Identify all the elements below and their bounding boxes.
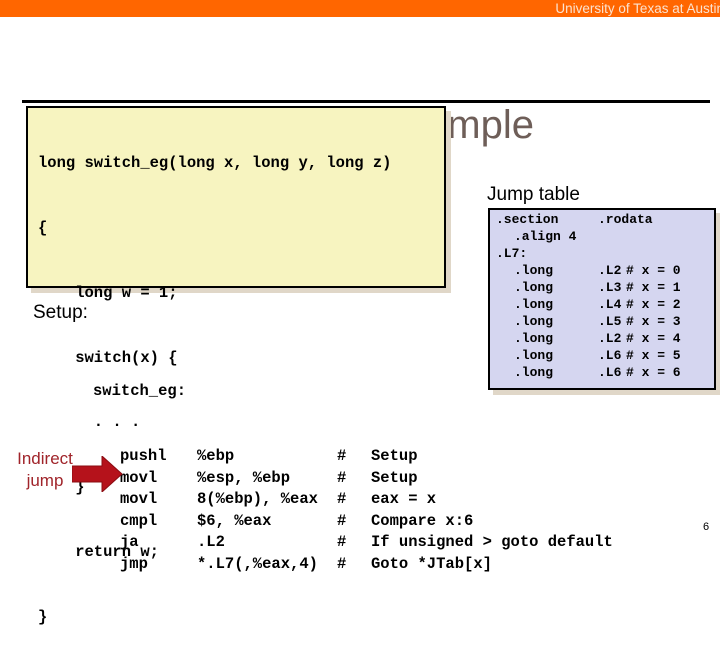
- asm-row: pushl %ebp # Setup: [93, 446, 613, 468]
- asm-opcode: movl: [120, 490, 158, 509]
- jt-section: .section: [496, 212, 559, 227]
- asm-operands: .L2: [197, 533, 225, 552]
- asm-row: cmpl $6, %eax # Compare x:6: [93, 511, 613, 533]
- jt-entry-directive: .long: [514, 280, 554, 295]
- asm-comment: Goto *JTab[x]: [371, 554, 492, 573]
- jt-entry-target: .L4: [598, 297, 622, 312]
- asm-comment: Compare x:6: [371, 511, 474, 530]
- annotation-line-2: jump: [26, 471, 64, 490]
- jt-entry-directive: .long: [514, 297, 554, 312]
- jt-entry-comment: # x = 3: [626, 314, 681, 329]
- asm-operands: %esp, %ebp: [197, 468, 291, 487]
- code-line: long switch_eg(long x, long y, long z): [38, 154, 392, 173]
- asm-comment: eax = x: [371, 490, 437, 509]
- jt-entry-comment: # x = 5: [626, 348, 681, 363]
- func-label-row: switch_eg:: [93, 381, 613, 403]
- code-line: long w = 1;: [38, 283, 178, 302]
- asm-opcode: ja: [120, 533, 139, 552]
- jt-align: .align 4: [514, 229, 577, 244]
- setup-label: Setup:: [33, 302, 88, 323]
- asm-comment-marker: #: [337, 468, 347, 487]
- assembly-code: switch_eg: pushl %ebp # Setup movl %esp, %ebp…: [93, 338, 613, 597]
- asm-opcode: jmp: [120, 554, 148, 573]
- asm-comment-marker: #: [337, 554, 347, 573]
- jt-entry-comment: # x = 0: [626, 263, 681, 278]
- asm-comment-marker: #: [337, 511, 347, 530]
- asm-comment: Setup: [371, 446, 418, 465]
- annotation-line-1: Indirect: [17, 449, 73, 468]
- jt-entry-comment: # x = 1: [626, 280, 681, 295]
- code-line: {: [38, 218, 48, 237]
- asm-comment: If unsigned > goto default: [371, 533, 613, 552]
- jt-entry-target: .L5: [598, 314, 622, 329]
- asm-comment-marker: #: [337, 490, 347, 509]
- jt-entry-comment: # x = 6: [626, 365, 681, 380]
- code-line: }: [38, 607, 48, 626]
- page-number: 6: [703, 521, 710, 533]
- institution-name: University of Texas at Austin: [555, 1, 720, 16]
- asm-comment-marker: #: [337, 533, 347, 552]
- jt-table-label: .L7:: [496, 246, 528, 261]
- asm-operands: %ebp: [197, 446, 235, 465]
- jt-entry-target: .L3: [598, 280, 622, 295]
- asm-comment: Setup: [371, 468, 418, 487]
- jt-rodata: .rodata: [598, 212, 653, 227]
- title-divider: [22, 100, 710, 103]
- jt-entry-target: .L2: [598, 263, 622, 278]
- func-label: switch_eg:: [93, 382, 187, 401]
- asm-opcode: cmpl: [120, 511, 158, 530]
- asm-row: movl %esp, %ebp # Setup: [93, 468, 613, 490]
- jt-entry-directive: .long: [514, 314, 554, 329]
- asm-row: ja .L2 # If unsigned > goto default: [93, 532, 613, 554]
- asm-operands: *.L7(,%eax,4): [197, 554, 318, 573]
- asm-comment-marker: #: [337, 446, 347, 465]
- arrow-right-icon: [72, 456, 123, 492]
- jt-entry-comment: # x = 4: [626, 331, 681, 346]
- asm-operands: $6, %eax: [197, 511, 272, 530]
- jt-entry-comment: # x = 2: [626, 297, 681, 312]
- asm-row: movl 8(%ebp), %eax # eax = x: [93, 489, 613, 511]
- jt-entry-directive: .long: [514, 263, 554, 278]
- jump-table-label: Jump table: [487, 184, 580, 205]
- asm-row: jmp *.L7(,%eax,4) # Goto *JTab[x]: [93, 554, 613, 576]
- asm-operands: 8(%ebp), %eax: [197, 490, 318, 509]
- indirect-jump-annotation: Indirect jump: [10, 448, 80, 492]
